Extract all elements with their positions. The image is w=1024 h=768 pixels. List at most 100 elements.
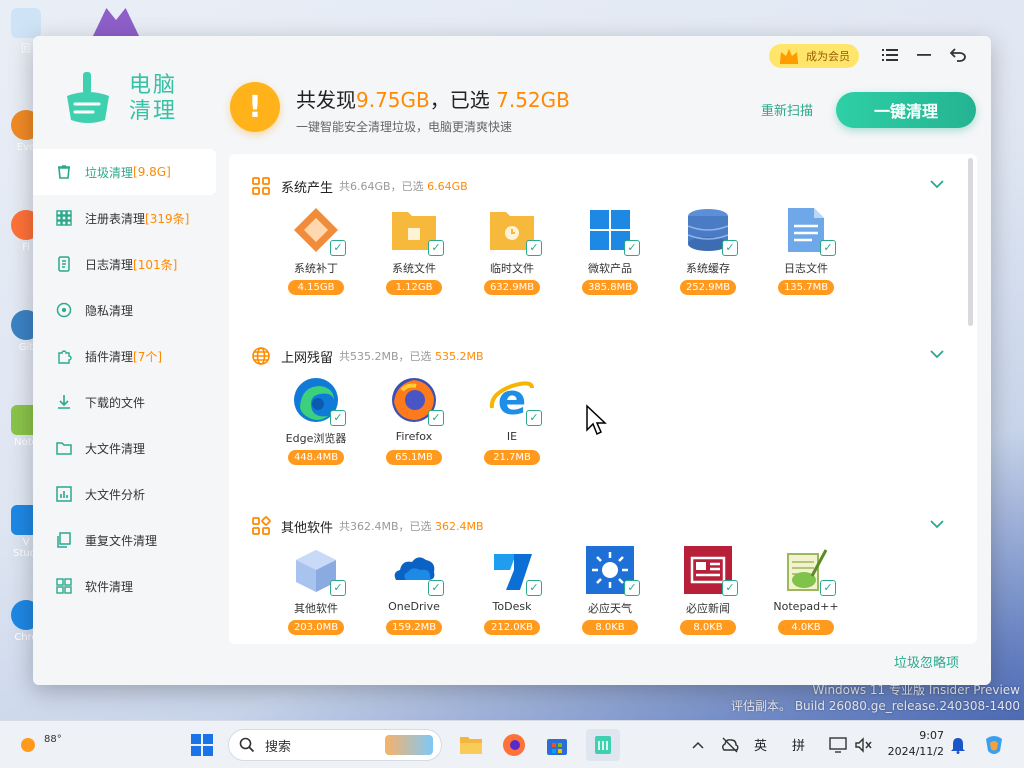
taskbar-firefox[interactable] [498,729,530,761]
item-edge[interactable]: ✓ Edge浏览器 448.4MB [267,376,365,465]
ime-mode[interactable]: 拼 [792,735,805,754]
header: ! 共发现9.75GB，已选 7.52GB 一键智能安全清理垃圾，电脑更清爽快速… [216,36,991,146]
tray-display[interactable] [826,729,850,761]
rescan-link[interactable]: 重新扫描 [761,100,813,119]
checkbox-checked[interactable]: ✓ [428,580,444,596]
ignore-list-link[interactable]: 垃圾忽略项 [894,652,959,671]
checkbox-checked[interactable]: ✓ [624,240,640,256]
item-ie[interactable]: e ✓ IE 21.7MB [463,375,561,465]
section-items: ✓ 系统补丁 4.15GB ✓ 系统文件 1.12GB ✓ 临时文件 632.9… [267,206,855,295]
checkbox-checked[interactable]: ✓ [526,410,542,426]
checkbox-checked[interactable]: ✓ [624,580,640,596]
start-button[interactable] [186,729,218,761]
sidebar-item-log-clean[interactable]: 日志清理 [101条] [33,241,216,287]
cloud-off-icon [722,737,739,753]
chevron-down-icon[interactable] [929,516,945,532]
chevron-up-icon [692,741,704,749]
sidebar-item-label: 垃圾清理 [85,165,134,180]
taskbar-clock[interactable]: 9:07 2024/11/2 [888,728,944,760]
ime-language[interactable]: 英 [754,735,767,754]
folder-icon [55,439,73,457]
chevron-down-icon[interactable] [929,176,945,192]
taskbar-cleaner-app[interactable] [586,729,620,761]
sidebar-item-large-file-analysis[interactable]: 大文件分析 [33,471,216,517]
item-notepad-plus-plus[interactable]: ✓ Notepad++ 4.0KB [757,546,855,635]
download-icon [55,393,73,411]
sidebar-item-label: 注册表清理 [85,211,146,226]
sidebar-item-trash-clean[interactable]: 垃圾清理 [9.8G] [33,149,216,195]
item-log-files[interactable]: ✓ 日志文件 135.7MB [757,206,855,295]
checkbox-checked[interactable]: ✓ [722,240,738,256]
sidebar-item-downloads[interactable]: 下载的文件 [33,379,216,425]
menu-button[interactable] [879,44,901,66]
privacy-icon [55,301,73,319]
item-system-files[interactable]: ✓ 系统文件 1.12GB [365,206,463,295]
item-system-patch[interactable]: ✓ 系统补丁 4.15GB [267,206,365,295]
item-onedrive[interactable]: ✓ OneDrive 159.2MB [365,546,463,635]
tray-overflow-button[interactable] [688,729,708,761]
section-meta: 共362.4MB，已选 362.4MB [339,518,484,534]
item-microsoft-products[interactable]: ✓ 微软产品 385.8MB [561,206,659,295]
checkbox-checked[interactable]: ✓ [526,240,542,256]
one-click-clean-button[interactable]: 一键清理 [836,92,976,128]
sidebar-item-duplicate-clean[interactable]: 重复文件清理 [33,517,216,563]
sidebar-nav: 垃圾清理 [9.8G] 注册表清理 [319条] 日志清理 [101条] 隐私清理 [33,149,216,609]
checkbox-checked[interactable]: ✓ [428,240,444,256]
desktop-icon-label: Fi [22,242,30,253]
clock-date: 2024/11/2 [887,745,944,758]
item-firefox[interactable]: ✓ Firefox 65.1MB [365,376,463,465]
item-icon-wrap: ✓ [684,206,738,256]
item-icon-wrap: ✓ [390,206,444,256]
sidebar-item-label: 下载的文件 [85,395,146,410]
checkbox-checked[interactable]: ✓ [330,410,346,426]
firefox-taskbar-icon [503,734,525,756]
sidebar-item-large-file-clean[interactable]: 大文件清理 [33,425,216,471]
tray-network[interactable] [718,729,742,761]
chevron-down-icon[interactable] [929,346,945,362]
sidebar-item-plugin-clean[interactable]: 插件清理 [7个] [33,333,216,379]
item-name: 微软产品 [588,262,632,275]
item-todesk[interactable]: ✓ ToDesk 212.0KB [463,546,561,635]
sidebar-item-label: 日志清理 [85,257,134,272]
item-icon-wrap: ✓ [292,206,346,256]
copilot-button[interactable] [980,729,1008,761]
item-size: 4.15GB [288,280,344,295]
item-system-cache[interactable]: ✓ 系统缓存 252.9MB [659,206,757,295]
sidebar-item-registry-clean[interactable]: 注册表清理 [319条] [33,195,216,241]
minimize-button[interactable] [913,44,935,66]
become-member-button[interactable]: 成为会员 [769,44,859,68]
summary-prefix: 共发现 [296,88,356,112]
windows-start-icon [191,734,213,756]
item-bing-news[interactable]: ✓ 必应新闻 8.0KB [659,546,757,635]
item-name: Notepad++ [773,600,839,613]
checkbox-checked[interactable]: ✓ [330,240,346,256]
section-header: 其他软件 共362.4MB，已选 362.4MB [251,516,484,536]
puzzle-icon [55,347,73,365]
item-temp-files[interactable]: ✓ 临时文件 632.9MB [463,206,561,295]
back-button[interactable] [947,44,969,66]
item-name: 必应天气 [588,602,632,615]
notification-button[interactable] [946,729,970,761]
return-icon [950,48,966,62]
item-other-software[interactable]: ✓ 其他软件 203.0MB [267,546,365,635]
taskbar-search-input[interactable]: 搜索 [228,729,442,761]
sidebar-item-software-clean[interactable]: 软件清理 [33,563,216,609]
scrollbar-thumb[interactable] [968,158,973,326]
broom-logo-icon [67,72,109,123]
tray-volume[interactable] [852,729,876,761]
meta-selected-prefix: ，已选 [390,180,424,193]
monitor-icon [829,737,847,753]
sidebar-item-privacy-clean[interactable]: 隐私清理 [33,287,216,333]
item-bing-weather[interactable]: ✓ 必应天气 8.0KB [561,546,659,635]
taskbar-store[interactable] [541,729,573,761]
item-size: 21.7MB [484,450,540,465]
checkbox-checked[interactable]: ✓ [330,580,346,596]
checkbox-checked[interactable]: ✓ [820,580,836,596]
checkbox-checked[interactable]: ✓ [820,240,836,256]
checkbox-checked[interactable]: ✓ [526,580,542,596]
taskbar-file-explorer[interactable] [455,729,487,761]
checkbox-checked[interactable]: ✓ [428,410,444,426]
section-total: 535.2MB [350,350,399,363]
weather-widget[interactable]: 88° [18,729,78,761]
checkbox-checked[interactable]: ✓ [722,580,738,596]
